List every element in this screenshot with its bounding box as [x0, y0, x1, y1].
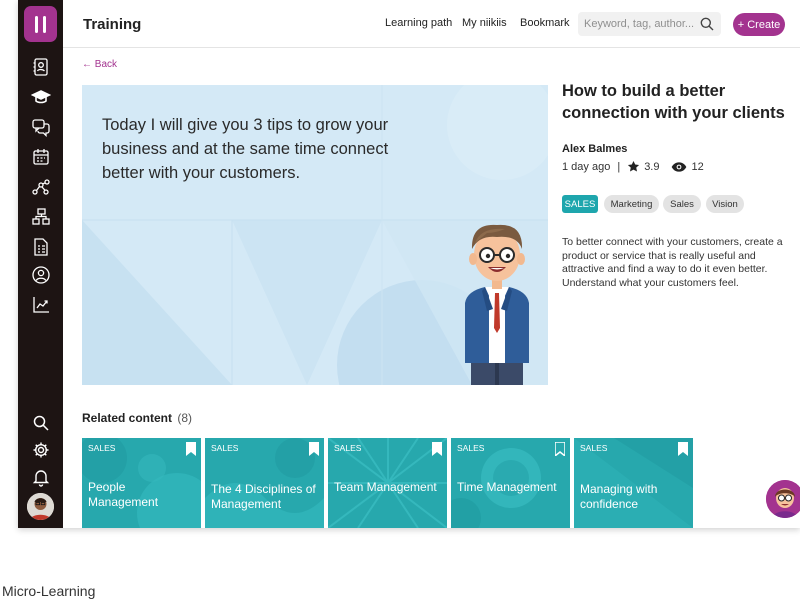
bell-icon[interactable]	[30, 466, 51, 487]
related-card-managing-with-confidence[interactable]: SALES Managing with confidence	[574, 438, 693, 528]
bookmark-icon[interactable]	[186, 442, 196, 456]
chat-icon[interactable]	[30, 116, 51, 137]
app-window: Training Learning path My niikiis Bookma…	[18, 0, 800, 528]
course-description: To better connect with your customers, c…	[562, 236, 783, 289]
hierarchy-icon[interactable]	[30, 206, 51, 227]
document-list-icon[interactable]	[30, 236, 51, 257]
profile-card-icon[interactable]	[30, 56, 51, 77]
tag-sales-category[interactable]: SALES	[562, 195, 598, 213]
bookmark-icon[interactable]	[555, 442, 565, 456]
card-title: The 4 Disciplines of Management	[211, 482, 316, 511]
search-input[interactable]	[584, 16, 699, 32]
card-title: Time Management	[457, 480, 557, 494]
rating-value: 3.9	[644, 160, 660, 173]
assistant-avatar[interactable]	[766, 480, 800, 518]
card-title: Managing with confidence	[580, 482, 658, 511]
card-title: People Management	[88, 480, 159, 509]
network-icon[interactable]	[30, 176, 51, 197]
create-button[interactable]: + Create	[733, 13, 785, 36]
tag-sales[interactable]: Sales	[663, 195, 701, 213]
related-content-label: Related content	[82, 411, 173, 425]
graduation-cap-icon[interactable]	[30, 86, 51, 107]
back-link[interactable]: ← Back	[82, 59, 117, 70]
card-category: SALES	[88, 443, 116, 453]
search-icon[interactable]	[30, 412, 51, 433]
eye-icon	[672, 161, 687, 172]
views-count: 12	[691, 160, 704, 173]
search-icon[interactable]	[699, 16, 715, 32]
related-card-4-disciplines[interactable]: SALES The 4 Disciplines of Management	[205, 438, 324, 528]
meta-separator: |	[617, 160, 621, 173]
presenter-illustration	[465, 224, 529, 385]
related-content-heading: Related content (8)	[82, 411, 192, 425]
app-logo-icon[interactable]	[24, 6, 57, 42]
header: Training Learning path My niikiis Bookma…	[63, 0, 800, 48]
chart-icon[interactable]	[30, 294, 51, 315]
avatar[interactable]	[27, 493, 54, 520]
user-circle-icon[interactable]	[30, 264, 51, 285]
nav-learning-path[interactable]: Learning path	[385, 17, 452, 29]
page-title: Training	[83, 16, 142, 33]
search-box	[578, 12, 721, 36]
course-meta: 1 day ago | 3.9 12	[562, 160, 704, 173]
posted-time: 1 day ago	[562, 160, 611, 173]
related-card-team-management[interactable]: SALES Team Management	[328, 438, 447, 528]
figure-caption: Micro-Learning	[2, 583, 96, 599]
star-icon	[628, 160, 640, 172]
hero-image: Today I will give you 3 tips to grow you…	[82, 85, 548, 385]
sidebar	[18, 0, 63, 528]
course-title: How to build a better connection with yo…	[562, 82, 785, 122]
calendar-icon[interactable]	[30, 146, 51, 167]
nav-my-niikiis[interactable]: My niikiis	[462, 17, 507, 29]
bookmark-icon[interactable]	[432, 442, 442, 456]
tag-vision[interactable]: Vision	[706, 195, 744, 213]
card-title: Team Management	[334, 480, 437, 494]
card-category: SALES	[580, 443, 608, 453]
card-category: SALES	[334, 443, 362, 453]
bookmark-icon[interactable]	[309, 442, 319, 456]
card-category: SALES	[211, 443, 239, 453]
related-card-people-management[interactable]: SALES People Management	[82, 438, 201, 528]
related-card-time-management[interactable]: SALES Time Management	[451, 438, 570, 528]
bookmark-icon[interactable]	[678, 442, 688, 456]
tag-marketing[interactable]: Marketing	[604, 195, 659, 213]
related-content-count: (8)	[177, 411, 193, 425]
card-category: SALES	[457, 443, 485, 453]
nav-bookmark[interactable]: Bookmark	[520, 17, 570, 29]
course-author[interactable]: Alex Balmes	[562, 143, 627, 155]
hero-text: Today I will give you 3 tips to grow you…	[102, 116, 389, 182]
gear-icon[interactable]	[30, 439, 51, 460]
